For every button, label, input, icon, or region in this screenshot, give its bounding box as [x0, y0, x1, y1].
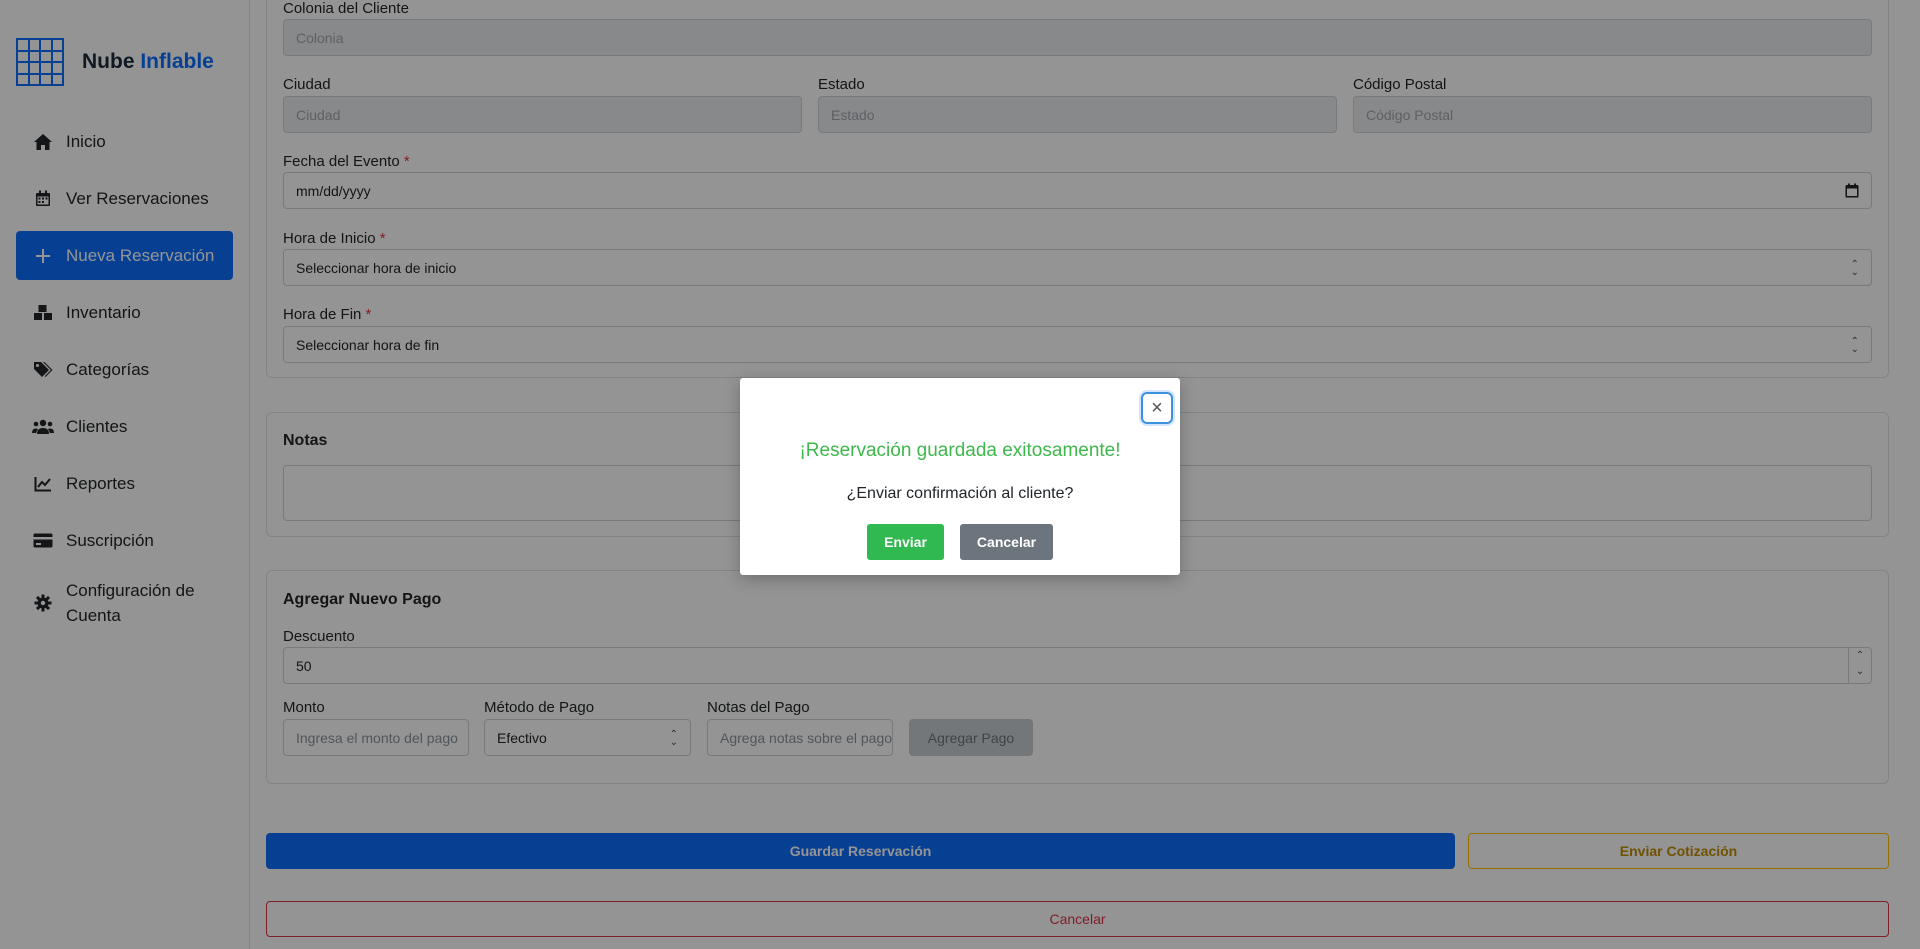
confirmation-dialog: × ¡Reservación guardada exitosamente! ¿E… — [740, 378, 1180, 575]
enviar-button[interactable]: Enviar — [867, 524, 944, 560]
dialog-title: ¡Reservación guardada exitosamente! — [799, 440, 1121, 461]
close-icon: × — [1151, 396, 1163, 419]
dialog-message: ¿Enviar confirmación al cliente? — [846, 485, 1074, 502]
close-button[interactable]: × — [1141, 392, 1173, 424]
dialog-cancel-button[interactable]: Cancelar — [960, 524, 1053, 560]
